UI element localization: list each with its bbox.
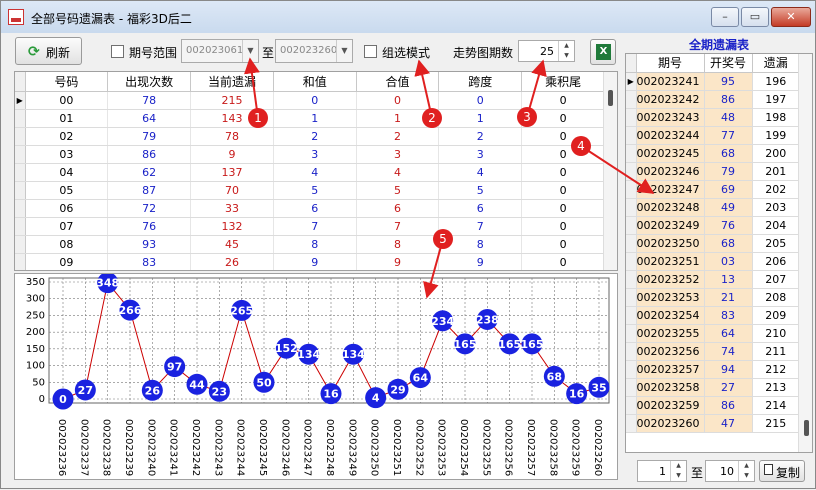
annotation-number: 2: [428, 111, 436, 125]
annotation-number: 5: [439, 232, 447, 246]
annotation-number: 4: [577, 139, 585, 153]
annotation-overlay: 1 2 3 4 5: [244, 57, 655, 299]
annotation-arrow: [580, 145, 655, 194]
main-window: 全部号码遗漏表 - 福彩3D后二 – ▭ ✕ ⟳ 刷新 期号范围 0020230…: [0, 0, 816, 489]
annotation-number: 3: [523, 110, 531, 124]
annotation-number: 1: [254, 111, 262, 125]
